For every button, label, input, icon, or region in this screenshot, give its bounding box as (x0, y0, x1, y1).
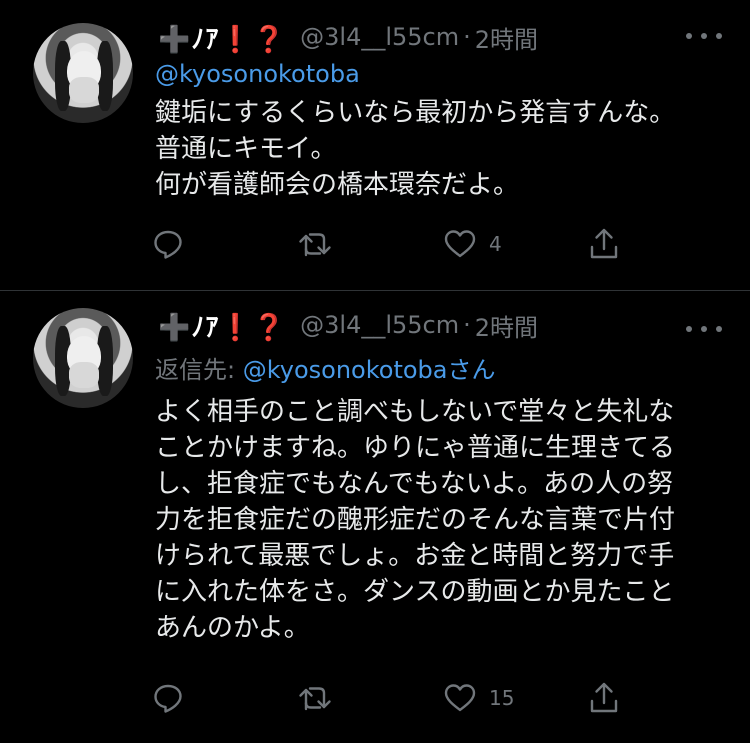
more-options-icon[interactable] (686, 324, 722, 334)
mention-line: @kyosonokotoba (155, 60, 360, 88)
reply-prefix: 返信先: (155, 356, 243, 384)
like-button[interactable]: 4 (443, 224, 502, 264)
reply-button[interactable] (152, 224, 196, 264)
dot-icon (686, 33, 692, 39)
share-upload-icon (590, 228, 618, 259)
avatar-hand (69, 77, 99, 103)
tweet[interactable]: ➕ﾉｱ❗️❓ @3l4__l55cm · 2時間 @kyosonokotoba … (0, 0, 750, 290)
like-button[interactable]: 15 (443, 678, 514, 718)
tweet-header: ➕ﾉｱ❗️❓ @3l4__l55cm · 2時間 (158, 17, 538, 57)
display-name[interactable]: ➕ﾉｱ❗️❓ (158, 307, 286, 344)
dot-icon (701, 326, 707, 332)
avatar-hand (69, 362, 99, 388)
heart-icon (444, 684, 476, 712)
retweet-icon (299, 233, 331, 257)
dot-icon (716, 33, 722, 39)
user-handle[interactable]: @3l4__l55cm (300, 23, 459, 51)
mention-link[interactable]: @kyosonokotoba (155, 60, 360, 88)
tweet-text: 鍵垢にするくらいなら最初から発言すんな。 普通にキモイ。 何が看護師会の橋本環奈… (155, 98, 676, 200)
retweet-button[interactable] (298, 678, 344, 718)
mention-suffix: さん (447, 356, 496, 384)
avatar[interactable] (33, 308, 133, 408)
share-button[interactable] (588, 678, 620, 718)
like-count: 4 (489, 232, 502, 256)
dot-icon (716, 326, 722, 332)
timestamp[interactable]: 2時間 (475, 20, 538, 55)
speech-bubble-icon (154, 230, 182, 259)
heart-icon (444, 230, 476, 258)
tweet-header: ➕ﾉｱ❗️❓ @3l4__l55cm · 2時間 (158, 305, 538, 345)
user-handle[interactable]: @3l4__l55cm (300, 311, 459, 339)
dot-icon (701, 33, 707, 39)
share-upload-icon (590, 682, 618, 713)
display-name[interactable]: ➕ﾉｱ❗️❓ (158, 19, 286, 56)
more-options-icon[interactable] (686, 31, 722, 41)
retweet-icon (299, 687, 331, 711)
action-bar: 15 (152, 678, 632, 718)
retweet-button[interactable] (298, 224, 344, 264)
tweet[interactable]: ➕ﾉｱ❗️❓ @3l4__l55cm · 2時間 返信先: @kyosonoko… (0, 291, 750, 743)
reply-context: 返信先: @kyosonokotobaさん (155, 350, 496, 385)
share-button[interactable] (588, 224, 620, 264)
dot-icon (686, 326, 692, 332)
speech-bubble-icon (154, 684, 182, 713)
separator-dot: · (463, 23, 471, 51)
reply-button[interactable] (152, 678, 196, 718)
action-bar: 4 (152, 224, 632, 264)
tweet-text: よく相手のこと調べもしないで堂々と失礼な ことかけますね。ゆりにゃ普通に生理きて… (155, 397, 676, 643)
avatar[interactable] (33, 23, 133, 123)
mention-link[interactable]: @kyosonokotoba (243, 356, 448, 384)
like-count: 15 (489, 686, 515, 710)
separator-dot: · (463, 311, 471, 339)
timestamp[interactable]: 2時間 (475, 308, 538, 343)
